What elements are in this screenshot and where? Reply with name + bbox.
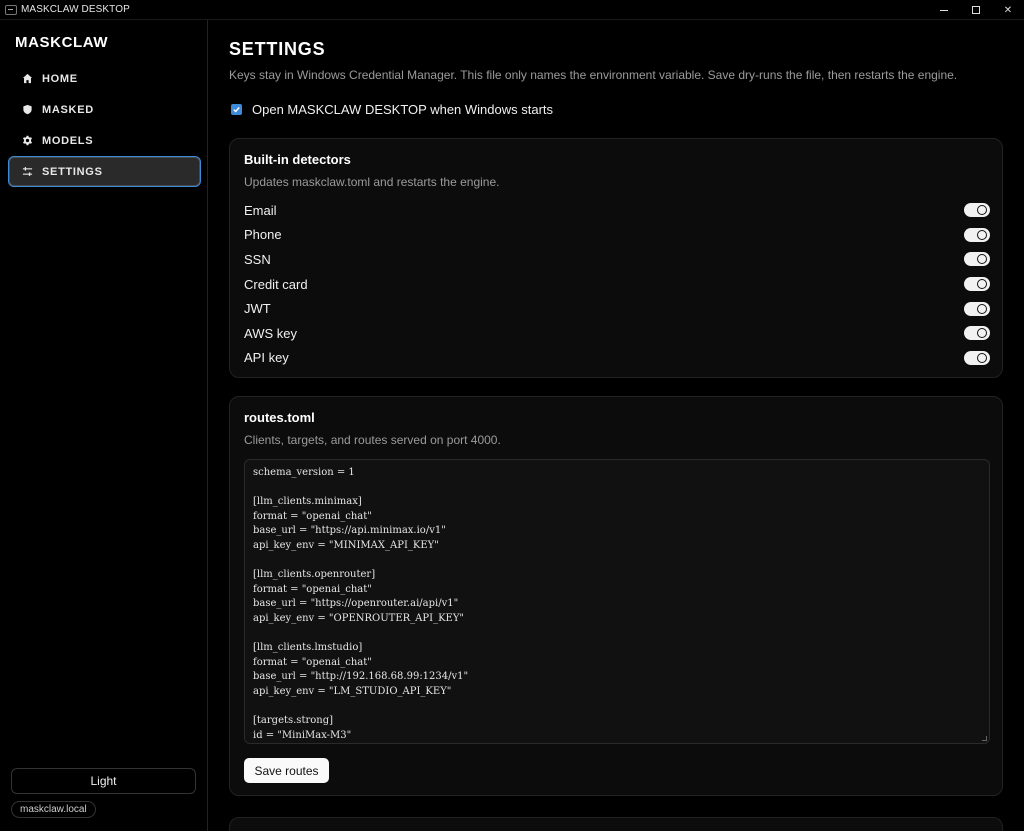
home-icon [21, 73, 33, 85]
maximize-button[interactable] [960, 0, 992, 20]
code-line: [llm_clients.openrouter] [253, 569, 376, 581]
brand-logo-text: MASKCLAW [15, 34, 109, 51]
detectors-card: Built-in detectors Updates maskclaw.toml… [229, 138, 1003, 378]
sidebar-item-label: MASKED [42, 103, 94, 116]
detectors-description: Updates maskclaw.toml and restarts the e… [244, 175, 500, 189]
window-controls: ✕ [928, 0, 1024, 20]
sidebar-item-masked[interactable]: MASKED [8, 94, 201, 125]
detector-row-phone: Phone [244, 223, 990, 248]
code-line: schema_version = 1 [253, 467, 355, 478]
sidebar-item-label: HOME [42, 72, 78, 85]
detector-toggle-email[interactable] [964, 203, 990, 218]
save-routes-button[interactable]: Save routes [244, 758, 329, 783]
minimize-button[interactable] [928, 0, 960, 20]
sidebar: MASKCLAW HOME MASKED MODELS SETTINGS Lig… [0, 20, 208, 831]
startup-option: Open MASKCLAW DESKTOP when Windows start… [231, 102, 553, 117]
code-line: base_url = "https://api.minimax.io/v1" [253, 525, 446, 537]
code-line: base_url = "http://192.168.68.99:1234/v1… [253, 671, 469, 683]
code-line: api_key_env = "LM_STUDIO_API_KEY" [253, 685, 452, 697]
code-line: [targets.strong] [253, 715, 334, 727]
settings-page: SETTINGS Keys stay in Windows Credential… [208, 20, 1024, 831]
detector-row-credit-card: Credit card [244, 272, 990, 297]
sidebar-item-home[interactable]: HOME [8, 63, 201, 94]
detector-toggle-aws-key[interactable] [964, 326, 990, 341]
detector-label: Phone [244, 227, 282, 243]
detectors-list: Email Phone SSN Credit card JWT AWS key [244, 198, 990, 370]
maximize-icon [972, 6, 980, 14]
routes-editor[interactable]: schema_version = 1 [llm_clients.minimax]… [244, 459, 990, 744]
detector-label: SSN [244, 251, 271, 267]
minimize-icon [940, 9, 948, 11]
detector-label: JWT [244, 301, 271, 317]
code-line: id = "MiniMax-M3" [253, 729, 352, 741]
window-title: MASKCLAW DESKTOP [21, 4, 130, 15]
code-line: api_key_env = "MINIMAX_API_KEY" [253, 539, 439, 551]
next-card [229, 817, 1003, 831]
close-button[interactable]: ✕ [992, 0, 1024, 20]
detector-toggle-phone[interactable] [964, 227, 990, 242]
startup-checkbox[interactable] [231, 104, 242, 115]
host-badge: maskclaw.local [11, 801, 96, 818]
code-line: [llm_clients.lmstudio] [253, 642, 363, 654]
detector-toggle-ssn[interactable] [964, 252, 990, 267]
sliders-icon [21, 166, 33, 178]
detector-row-email: Email [244, 198, 990, 223]
detector-toggle-api-key[interactable] [964, 350, 990, 365]
code-line: format = "openai_chat" [253, 656, 372, 668]
detector-label: Email [244, 202, 277, 218]
detector-label: AWS key [244, 325, 297, 341]
theme-toggle-button[interactable]: Light [11, 768, 196, 794]
detector-toggle-jwt[interactable] [964, 301, 990, 316]
startup-label: Open MASKCLAW DESKTOP when Windows start… [252, 102, 554, 117]
detector-label: API key [244, 350, 289, 366]
window-titlebar: MASKCLAW DESKTOP ✕ [0, 0, 1024, 20]
routes-card: routes.toml Clients, targets, and routes… [229, 396, 1003, 796]
detector-row-api-key: API key [244, 346, 990, 371]
detector-toggle-credit-card[interactable] [964, 277, 990, 292]
resize-grip-icon[interactable] [982, 736, 987, 741]
code-line: api_key_env = "OPENROUTER_API_KEY" [253, 612, 465, 624]
sidebar-item-label: SETTINGS [42, 165, 103, 178]
routes-description: Clients, targets, and routes served on p… [244, 433, 501, 447]
sidebar-item-label: MODELS [42, 134, 94, 147]
gear-icon [21, 135, 33, 147]
shield-icon [21, 104, 33, 116]
app-icon [5, 4, 17, 15]
code-line: base_url = "https://openrouter.ai/api/v1… [253, 598, 459, 610]
page-description: Keys stay in Windows Credential Manager.… [229, 68, 958, 82]
detector-label: Credit card [244, 276, 308, 292]
detectors-title: Built-in detectors [244, 152, 351, 167]
detector-row-ssn: SSN [244, 247, 990, 272]
checkmark-icon [233, 107, 240, 113]
detector-row-aws-key: AWS key [244, 321, 990, 346]
sidebar-nav: HOME MASKED MODELS SETTINGS [8, 63, 201, 187]
code-line: format = "openai_chat" [253, 583, 372, 595]
page-title: SETTINGS [229, 39, 326, 59]
sidebar-item-models[interactable]: MODELS [8, 125, 201, 156]
code-line: [llm_clients.minimax] [253, 496, 362, 508]
code-line: format = "openai_chat" [253, 510, 372, 522]
close-icon: ✕ [1003, 4, 1013, 16]
sidebar-item-settings[interactable]: SETTINGS [8, 156, 201, 187]
detector-row-jwt: JWT [244, 296, 990, 321]
routes-title: routes.toml [244, 410, 315, 425]
